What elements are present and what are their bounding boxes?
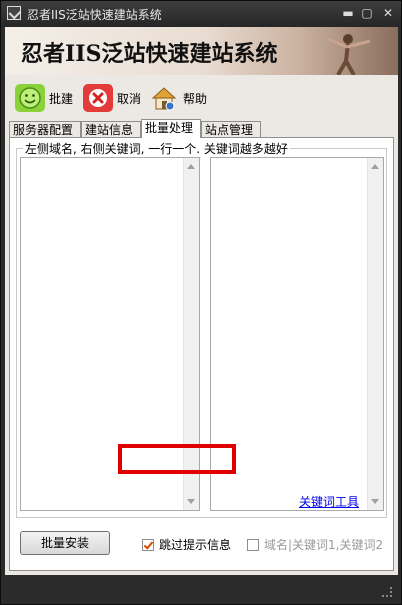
build-button[interactable]: 批建 — [15, 83, 73, 113]
client-area: 批建 取消 帮助 服务器配置 建站信息 批量处理 站点管理 左侧域名, 右侧关键… — [5, 75, 398, 575]
keyword-tool-link[interactable]: 关键词工具 — [299, 493, 359, 510]
smiley-icon — [15, 84, 45, 112]
domain-keyword-label: 域名|关键词1,关键词2 — [264, 538, 384, 552]
keywords-scrollbar[interactable] — [367, 158, 383, 510]
skip-prompt-label: 跳过提示信息 — [159, 538, 232, 552]
cancel-label: 取消 — [117, 91, 142, 106]
keywords-textarea[interactable]: 关键词工具 — [210, 157, 384, 511]
resize-grip[interactable] — [382, 587, 392, 597]
cancel-button[interactable]: 取消 — [83, 83, 141, 113]
window-title: 忍者IIS泛站快速建站系统 — [27, 8, 162, 22]
tab-site-management[interactable]: 站点管理 — [201, 121, 261, 137]
house-help-icon — [149, 84, 179, 112]
batch-install-button[interactable]: 批量安装 — [20, 531, 110, 555]
build-label: 批建 — [49, 91, 74, 106]
checkbox-box[interactable] — [142, 538, 154, 551]
banner: 忍者IIS泛站快速建站系统 — [5, 27, 398, 75]
toolbar: 批建 取消 帮助 — [5, 75, 398, 119]
cancel-x-icon — [83, 84, 113, 112]
app-icon — [7, 6, 21, 20]
batch-panel: 左侧域名, 右侧关键词, 一行一个. 关键词越多越好 关键词工具 批量安装 跳过… — [9, 137, 394, 571]
group-label: 左侧域名, 右侧关键词, 一行一个. 关键词越多越好 — [23, 140, 290, 157]
banner-title: 忍者IIS泛站快速建站系统 — [21, 41, 278, 67]
scroll-down-icon[interactable] — [371, 499, 379, 504]
tab-server-config[interactable]: 服务器配置 — [9, 121, 81, 137]
scroll-up-icon[interactable] — [187, 164, 195, 169]
title-bar[interactable]: 忍者IIS泛站快速建站系统 ▬ ▢ ✕ — [1, 1, 401, 27]
scroll-up-icon[interactable] — [371, 164, 379, 169]
dancer-image — [327, 34, 371, 75]
skip-prompt-checkbox[interactable]: 跳过提示信息 — [142, 536, 231, 553]
checkbox-box[interactable] — [247, 538, 259, 551]
scroll-down-icon[interactable] — [187, 499, 195, 504]
close-button[interactable]: ✕ — [379, 5, 397, 21]
tab-site-info[interactable]: 建站信息 — [81, 121, 141, 137]
minimize-button[interactable]: ▬ — [339, 5, 357, 21]
highlight-box — [118, 444, 236, 474]
help-label: 帮助 — [183, 91, 208, 106]
status-bar — [5, 579, 398, 601]
application-window: 忍者IIS泛站快速建站系统 ▬ ▢ ✕ 忍者IIS泛站快速建站系统 批建 取消 … — [0, 0, 402, 605]
help-button[interactable]: 帮助 — [149, 83, 207, 113]
domain-keyword-format-checkbox[interactable]: 域名|关键词1,关键词2 — [247, 536, 383, 553]
maximize-button[interactable]: ▢ — [358, 5, 376, 21]
tab-batch-processing[interactable]: 批量处理 — [141, 119, 201, 138]
